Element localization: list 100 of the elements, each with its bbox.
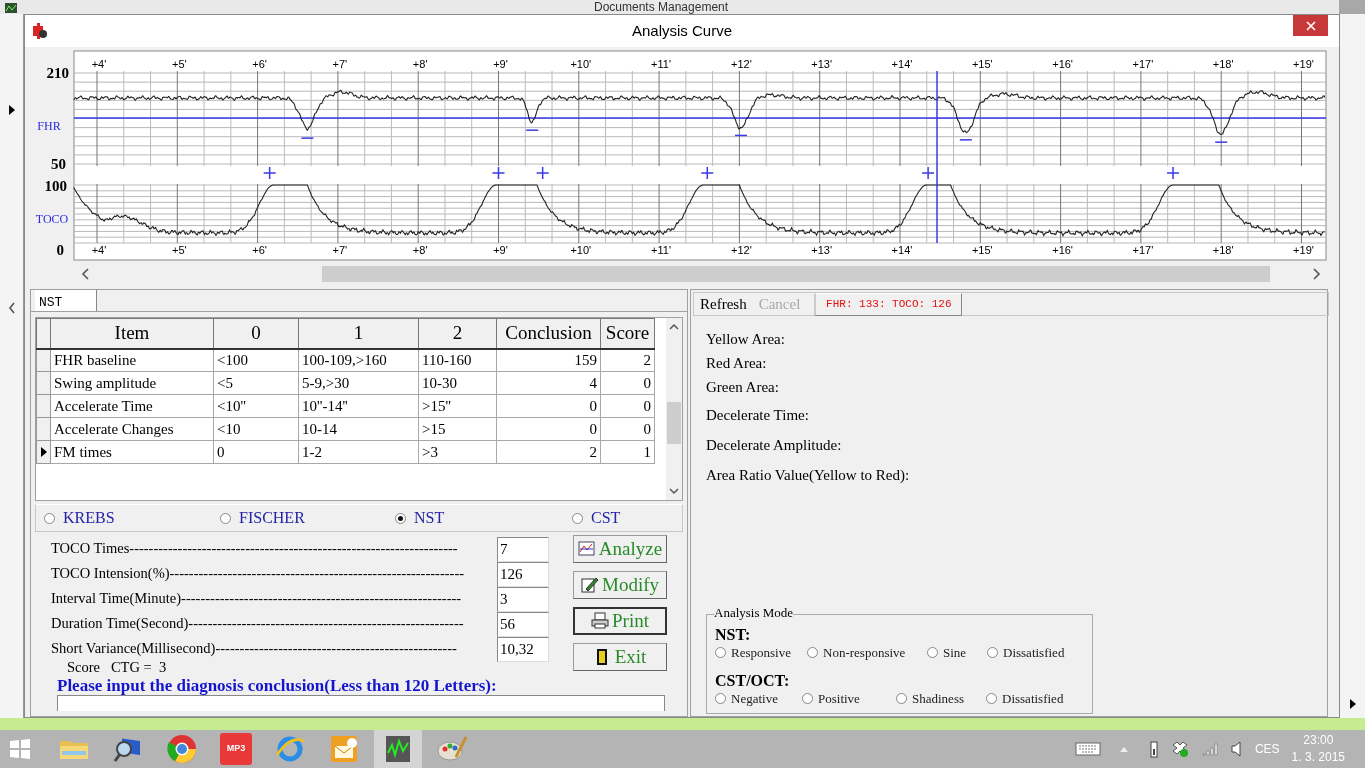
column-header: 2 <box>418 318 497 349</box>
table-cell: >15 <box>418 417 497 441</box>
mail-icon <box>328 733 360 765</box>
scroll-right-icon <box>1348 698 1357 710</box>
table-cell: Accelerate Time <box>50 394 214 418</box>
result-label: Decelerate Amplitude: <box>706 436 843 455</box>
radio-circle[interactable] <box>572 512 583 524</box>
tab[interactable]: NST <box>35 290 97 311</box>
toolbar-button[interactable]: Refresh <box>694 292 753 316</box>
radio-circle[interactable] <box>44 512 55 524</box>
mode-radio[interactable]: Negative <box>715 688 802 708</box>
value-field[interactable]: 7 <box>497 537 549 562</box>
window-title: Documents Management <box>594 0 729 14</box>
table-cell: 10-14 <box>298 417 419 441</box>
mode-radio[interactable]: Dissatisfied <box>986 688 1092 708</box>
modify-button[interactable]: Modify <box>573 571 667 599</box>
table-cell: 4 <box>496 371 601 395</box>
close-button[interactable] <box>1293 15 1328 36</box>
time-label: +18' <box>1212 244 1234 256</box>
time-label: +5' <box>171 244 187 256</box>
time-label: +8' <box>412 244 428 256</box>
method-radio[interactable]: KREBS <box>44 506 220 530</box>
radio-circle[interactable] <box>807 647 818 659</box>
taskbar-button[interactable]: MP3 <box>212 730 260 768</box>
mode-radio[interactable]: Responsive <box>715 643 807 663</box>
mode-radio[interactable]: Dissatisfied <box>987 643 1092 663</box>
table-cell: <10'' <box>213 394 299 418</box>
time-label: +8' <box>412 58 428 70</box>
table-cell: FHR baseline <box>50 348 214 372</box>
method-radio[interactable]: FISCHER <box>220 506 395 530</box>
exit-button[interactable]: Exit <box>573 643 667 671</box>
time-label: +15' <box>971 58 993 70</box>
value-field[interactable]: 3 <box>497 587 549 612</box>
time-label: +10' <box>570 58 592 70</box>
header-corner-cell <box>36 318 51 349</box>
mode-radio[interactable]: Non-responsive <box>807 643 927 663</box>
channel-label: TOCO <box>35 212 69 226</box>
value-field[interactable]: 10,32 <box>497 637 549 662</box>
table-cell: <10 <box>213 417 299 441</box>
row-selector[interactable] <box>36 348 51 372</box>
method-radio[interactable]: CST <box>572 506 682 530</box>
column-header: 1 <box>298 318 419 349</box>
time-label: +7' <box>332 58 348 70</box>
radio-circle[interactable] <box>802 692 813 704</box>
value-field[interactable]: 56 <box>497 612 549 637</box>
scroll-thumb[interactable] <box>667 402 681 444</box>
acceleration-marker <box>700 166 715 180</box>
result-label: Decelerate Time: <box>706 406 810 425</box>
radio-circle[interactable] <box>715 647 726 659</box>
deceleration-marker <box>525 129 539 131</box>
print-button[interactable]: Print <box>573 607 667 635</box>
mode-radio[interactable]: Positive <box>802 688 896 708</box>
signal-icon <box>1200 742 1219 756</box>
score-text: Score CTG = 3 <box>66 660 168 675</box>
time-label: +13' <box>811 244 833 256</box>
scroll-thumb[interactable] <box>322 266 1270 282</box>
analyze-button[interactable]: Analyze <box>573 535 667 563</box>
field-label: Short Variance(Millisecond)-------------------------------------------------- <box>51 639 457 659</box>
clock-date: 1. 3. 2015 <box>1291 749 1345 766</box>
conclusion-field[interactable] <box>57 695 665 712</box>
column-header: 0 <box>213 318 299 349</box>
time-label: +11' <box>651 244 672 256</box>
mode-radio[interactable]: Sine <box>927 643 987 663</box>
radio-circle[interactable] <box>220 512 231 524</box>
table-cell: 100-109,>160 <box>298 348 419 372</box>
deceleration-marker <box>959 139 973 141</box>
time-label: +11' <box>651 58 672 70</box>
time-label: +6' <box>252 244 267 256</box>
time-label: +13' <box>811 58 833 70</box>
table-cell: 2 <box>496 440 601 464</box>
icon-label: MP3 <box>226 742 246 756</box>
table-cell: 5-9,>30 <box>298 371 419 395</box>
time-label: +6' <box>252 58 267 70</box>
method-radio[interactable]: NST <box>395 506 572 530</box>
time-label: +9' <box>493 58 508 70</box>
mode-radio[interactable]: Shadiness <box>896 688 986 708</box>
window-title: Analysis Curve <box>631 21 732 39</box>
radio-circle[interactable] <box>986 692 997 704</box>
radio-circle[interactable] <box>395 512 406 524</box>
battery-icon <box>1148 740 1159 758</box>
table-cell: >3 <box>418 440 497 464</box>
time-label: +10' <box>570 244 592 256</box>
radio-circle[interactable] <box>715 692 726 704</box>
column-header: Item <box>50 318 214 349</box>
radio-circle[interactable] <box>896 692 907 704</box>
radio-circle[interactable] <box>927 647 938 659</box>
time-label: +5' <box>171 58 187 70</box>
value-field[interactable]: 126 <box>497 562 549 587</box>
taskbar-button[interactable] <box>374 730 422 768</box>
acceleration-marker <box>491 166 506 180</box>
group-label: NST: <box>715 627 752 643</box>
acceleration-marker <box>262 166 277 180</box>
time-label: +15' <box>971 244 993 256</box>
row-selector[interactable] <box>36 440 51 464</box>
deceleration-marker <box>734 134 748 137</box>
table-cell: 159 <box>496 348 601 372</box>
table-cell: <100 <box>213 348 299 372</box>
time-label: +18' <box>1212 58 1234 70</box>
time-label: +12' <box>731 58 752 70</box>
radio-circle[interactable] <box>987 647 998 659</box>
